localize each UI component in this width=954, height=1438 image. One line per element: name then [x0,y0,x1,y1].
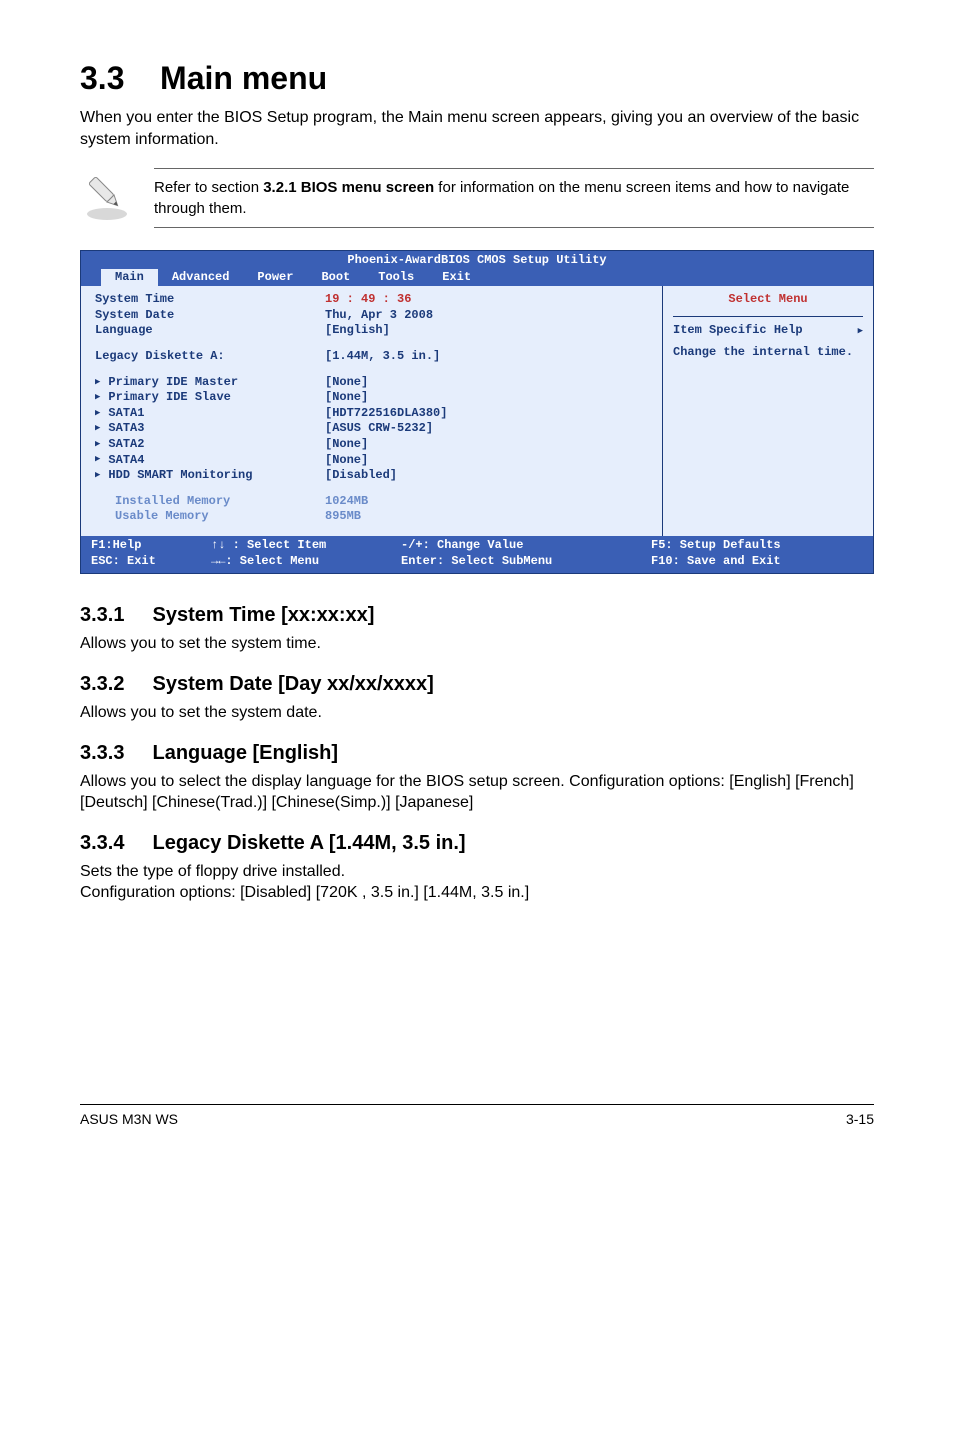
tab-power[interactable]: Power [243,269,307,286]
footer-f5-defaults: F5: Setup Defaults [651,538,781,554]
note-text-pre: Refer to section [154,179,263,196]
label-usable-memory: Usable Memory [95,509,325,525]
heading-333: 3.3.3 Language [English] [80,742,874,765]
label-legacy-diskette: Legacy Diskette A: [95,349,325,365]
heading-332-num: 3.3.2 [80,673,124,696]
value-system-date: Thu, Apr 3 2008 [325,308,433,324]
value-language: [English] [325,323,390,339]
row-system-time[interactable]: System Time 19 : 49 : 36 [95,292,650,308]
value-sata1: [HDT722516DLA380] [325,406,447,422]
value-hdd-smart: [Disabled] [325,468,397,484]
intro-paragraph: When you enter the BIOS Setup program, t… [80,107,874,150]
heading-332-title: System Date [Day xx/xx/xxxx] [152,673,433,696]
bios-brand-title: Phoenix-AwardBIOS CMOS Setup Utility [81,251,873,269]
footer-select-menu: →←: Select Menu [211,554,401,570]
label-pim: Primary IDE Master [95,375,325,391]
body-332: Allows you to set the system date. [80,702,874,724]
row-sata2[interactable]: SATA2[None] [95,437,650,453]
row-sata4[interactable]: SATA4[None] [95,453,650,469]
row-sata3[interactable]: SATA3[ASUS CRW-5232] [95,421,650,437]
row-system-date[interactable]: System Date Thu, Apr 3 2008 [95,308,650,324]
tab-tools[interactable]: Tools [364,269,428,286]
heading-331-num: 3.3.1 [80,604,124,627]
value-pim: [None] [325,375,368,391]
footer-select-item: ↑↓ : Select Item [211,538,401,554]
heading-333-title: Language [English] [152,742,338,765]
footer-f10-save: F10: Save and Exit [651,554,781,570]
bios-footer: F1:Help ↑↓ : Select Item -/+: Change Val… [81,536,873,573]
tab-exit[interactable]: Exit [428,269,485,286]
label-installed-memory: Installed Memory [95,494,325,510]
heading-334-title: Legacy Diskette A [1.44M, 3.5 in.] [152,832,465,855]
label-sata3: SATA3 [95,421,325,437]
label-hdd-smart: HDD SMART Monitoring [95,468,325,484]
footer-esc-exit: ESC: Exit [91,554,211,570]
label-system-time: System Time [95,292,325,308]
row-usable-memory: Usable Memory 895MB [95,509,650,525]
value-sata2: [None] [325,437,368,453]
page-footer: ASUS M3N WS 3-15 [80,1104,874,1127]
footer-enter-submenu: Enter: Select SubMenu [401,554,651,570]
section-title-text: Main menu [160,60,327,96]
row-language[interactable]: Language [English] [95,323,650,339]
footer-f1-help: F1:Help [91,538,211,554]
footer-right: 3-15 [846,1111,874,1127]
section-heading: 3.3 Main menu [80,60,874,97]
heading-331-title: System Time [xx:xx:xx] [152,604,374,627]
value-pis: [None] [325,390,368,406]
row-primary-ide-slave[interactable]: Primary IDE Slave[None] [95,390,650,406]
tab-advanced[interactable]: Advanced [158,269,244,286]
heading-332: 3.3.2 System Date [Day xx/xx/xxxx] [80,673,874,696]
heading-334-num: 3.3.4 [80,832,124,855]
label-system-date: System Date [95,308,325,324]
tab-boot[interactable]: Boot [307,269,364,286]
value-legacy-diskette: [1.44M, 3.5 in.] [325,349,440,365]
bios-right-pane: Select Menu Item Specific Help Change th… [663,286,873,536]
heading-333-num: 3.3.3 [80,742,124,765]
value-sata3: [ASUS CRW-5232] [325,421,433,437]
tab-main[interactable]: Main [101,269,158,286]
item-specific-help-title: Item Specific Help [673,316,863,337]
label-language: Language [95,323,325,339]
section-number: 3.3 [80,60,124,96]
chevron-right-icon [858,323,863,337]
note-block: Refer to section 3.2.1 BIOS menu screen … [80,168,874,228]
pencil-note-icon [80,168,134,222]
body-331: Allows you to set the system time. [80,633,874,655]
help-title-text: Item Specific Help [673,323,803,337]
body-333: Allows you to select the display languag… [80,771,874,814]
value-sata4: [None] [325,453,368,469]
value-installed-memory: 1024MB [325,494,368,510]
bios-left-pane: System Time 19 : 49 : 36 System Date Thu… [81,286,663,536]
row-primary-ide-master[interactable]: Primary IDE Master[None] [95,375,650,391]
value-usable-memory: 895MB [325,509,361,525]
note-text-bold: 3.2.1 BIOS menu screen [263,179,434,196]
bios-menubar: Main Advanced Power Boot Tools Exit [81,269,873,286]
label-sata2: SATA2 [95,437,325,453]
note-text: Refer to section 3.2.1 BIOS menu screen … [154,168,874,228]
row-sata1[interactable]: SATA1[HDT722516DLA380] [95,406,650,422]
heading-331: 3.3.1 System Time [xx:xx:xx] [80,604,874,627]
help-body-text: Change the internal time. [673,345,863,359]
footer-change-value: -/+: Change Value [401,538,651,554]
row-installed-memory: Installed Memory1024MB [95,494,650,510]
heading-334: 3.3.4 Legacy Diskette A [1.44M, 3.5 in.] [80,832,874,855]
footer-left: ASUS M3N WS [80,1111,178,1127]
row-legacy-diskette[interactable]: Legacy Diskette A: [1.44M, 3.5 in.] [95,349,650,365]
value-system-time: 19 : 49 : 36 [325,292,411,308]
row-hdd-smart[interactable]: HDD SMART Monitoring[Disabled] [95,468,650,484]
bios-screen: Phoenix-AwardBIOS CMOS Setup Utility Mai… [80,250,874,574]
select-menu-label: Select Menu [673,292,863,306]
label-sata1: SATA1 [95,406,325,422]
body-334: Sets the type of floppy drive installed.… [80,861,874,904]
label-sata4: SATA4 [95,453,325,469]
label-pis: Primary IDE Slave [95,390,325,406]
